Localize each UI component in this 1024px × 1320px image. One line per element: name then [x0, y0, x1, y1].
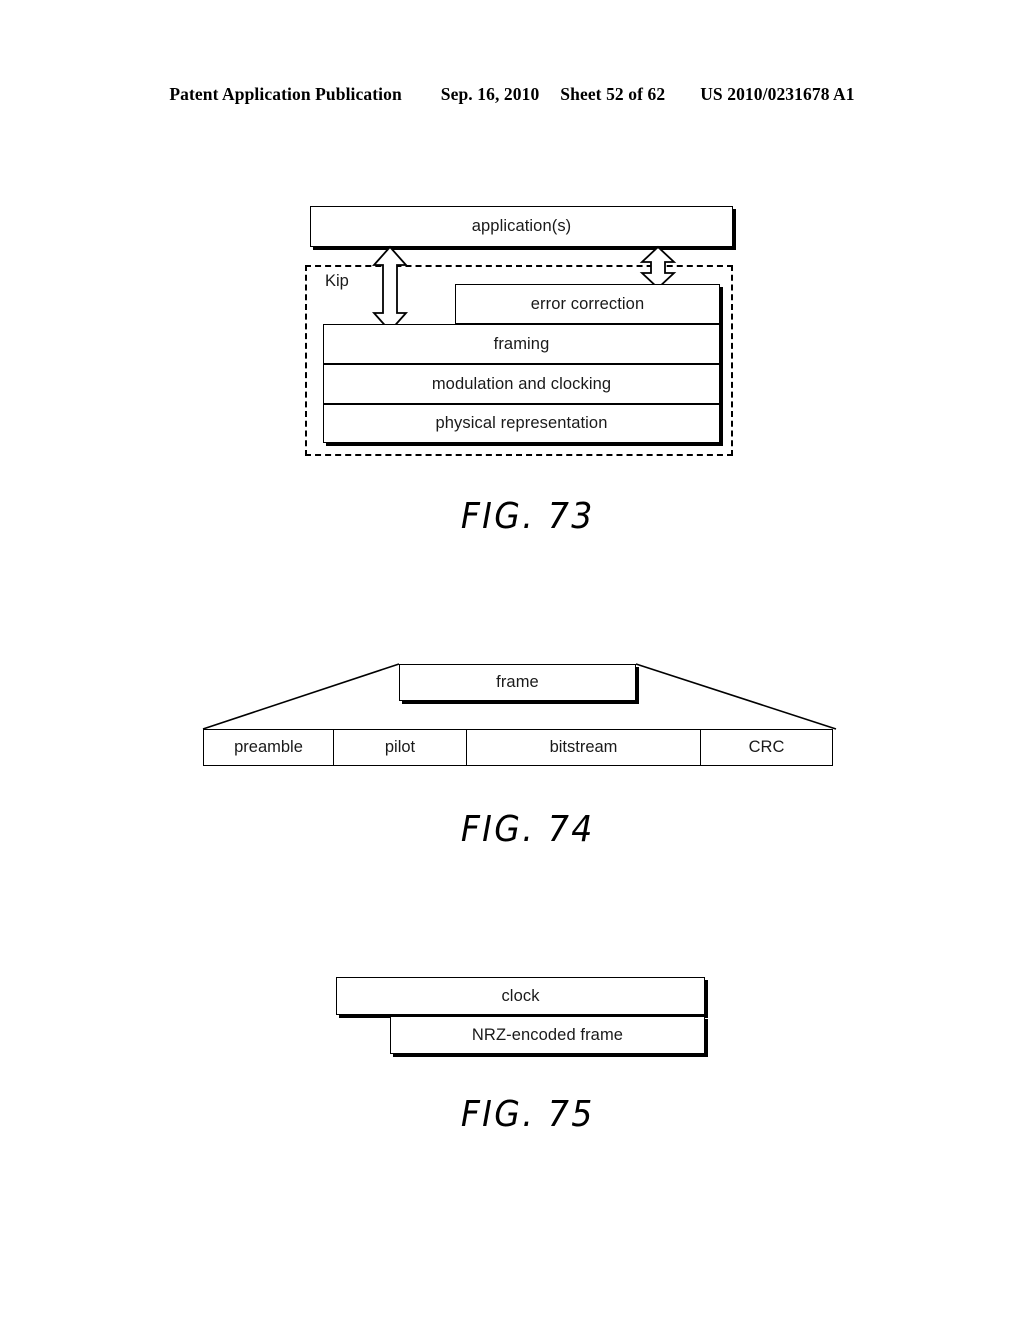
clock-box: clock — [336, 977, 705, 1015]
figure-75: clock NRZ-encoded frame FIG. 75 — [0, 0, 1024, 1200]
figure-caption-75: FIG. 75 — [460, 1094, 595, 1135]
nrz-encoded-frame-box-label: NRZ-encoded frame — [471, 1025, 624, 1044]
clock-box-label: clock — [501, 986, 540, 1005]
nrz-encoded-frame-box: NRZ-encoded frame — [390, 1016, 705, 1054]
